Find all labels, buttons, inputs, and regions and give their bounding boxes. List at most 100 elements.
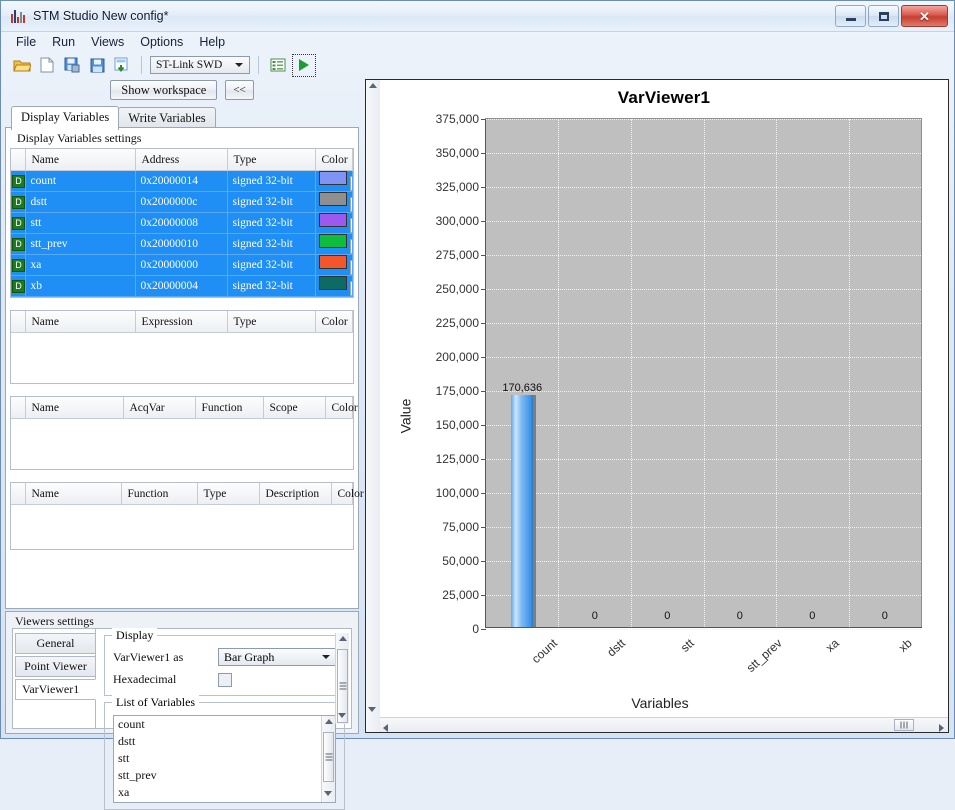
col-color[interactable]: Color bbox=[315, 149, 353, 171]
chart-horizontal-scrollbar[interactable] bbox=[380, 717, 948, 732]
plot-area[interactable]: 0 25,000 50,000 75,000 100,000 125,000 150,000… bbox=[436, 112, 922, 675]
cell-name[interactable]: dstt bbox=[25, 191, 136, 213]
col-name[interactable]: Name bbox=[25, 397, 124, 419]
col-type[interactable]: Type bbox=[227, 311, 316, 333]
cell-color[interactable]: ... bbox=[315, 254, 353, 276]
scroll-down-icon[interactable] bbox=[324, 791, 332, 796]
col-type[interactable]: Type bbox=[197, 483, 260, 505]
cell-color[interactable]: ... bbox=[315, 233, 353, 255]
maximize-button[interactable] bbox=[868, 5, 899, 27]
listbox-scrollbar[interactable] bbox=[321, 716, 335, 802]
cell-address[interactable]: 0x2000000c bbox=[135, 191, 228, 213]
cell-name[interactable]: xb bbox=[25, 275, 136, 297]
cell-type[interactable]: signed 32-bit bbox=[227, 233, 316, 255]
open-folder-icon[interactable] bbox=[11, 55, 33, 76]
hexadecimal-checkbox[interactable] bbox=[218, 672, 232, 687]
cell-type[interactable]: signed 32-bit bbox=[227, 191, 316, 213]
menu-item-options[interactable]: Options bbox=[133, 34, 190, 50]
color-picker-button[interactable]: ... bbox=[349, 218, 352, 233]
col-name[interactable]: Name bbox=[25, 483, 122, 505]
cell-type[interactable]: signed 32-bit bbox=[227, 254, 316, 276]
scroll-up-icon[interactable] bbox=[324, 719, 333, 724]
cell-color[interactable]: ... bbox=[315, 170, 353, 192]
cell-address[interactable]: 0x20000008 bbox=[135, 212, 228, 234]
chart-vertical-scrollbar[interactable] bbox=[366, 80, 381, 732]
col-description[interactable]: Description bbox=[259, 483, 332, 505]
scroll-up-icon[interactable] bbox=[338, 636, 347, 641]
cell-address[interactable]: 0x20000010 bbox=[135, 233, 228, 255]
cell-address[interactable]: 0x20000014 bbox=[135, 170, 228, 192]
col-name[interactable]: Name bbox=[25, 149, 136, 171]
color-swatch[interactable] bbox=[318, 213, 347, 227]
col-color[interactable]: Color bbox=[325, 397, 358, 419]
scroll-up-icon[interactable] bbox=[369, 83, 377, 88]
col-badge[interactable] bbox=[11, 397, 26, 419]
col-function[interactable]: Function bbox=[195, 397, 264, 419]
cell-address[interactable]: 0x20000004 bbox=[135, 275, 228, 297]
col-acqvar[interactable]: AcqVar bbox=[123, 397, 196, 419]
col-badge[interactable] bbox=[11, 149, 26, 171]
cell-name[interactable]: stt_prev bbox=[25, 233, 136, 255]
cell-address[interactable]: 0x20000000 bbox=[135, 254, 228, 276]
show-workspace-button[interactable]: Show workspace bbox=[110, 80, 218, 100]
menu-item-run[interactable]: Run bbox=[45, 34, 82, 50]
col-scope[interactable]: Scope bbox=[263, 397, 326, 419]
col-expression[interactable]: Expression bbox=[135, 311, 228, 333]
cell-name[interactable]: count bbox=[25, 170, 136, 192]
run-button[interactable] bbox=[292, 53, 316, 77]
cell-color[interactable]: ... bbox=[315, 275, 353, 297]
col-color[interactable]: Color bbox=[315, 311, 353, 333]
cell-name[interactable]: stt bbox=[25, 212, 136, 234]
scrollbar-thumb[interactable] bbox=[337, 649, 348, 723]
scroll-down-icon[interactable] bbox=[368, 707, 376, 712]
display-as-select[interactable]: Bar Graph bbox=[218, 648, 336, 666]
color-picker-button[interactable]: ... bbox=[349, 260, 352, 275]
new-file-icon[interactable] bbox=[36, 55, 58, 76]
minimize-button[interactable] bbox=[835, 5, 866, 27]
close-button[interactable]: ✕ bbox=[901, 5, 948, 27]
viewer-tab-varviewer1[interactable]: VarViewer1 bbox=[15, 679, 96, 700]
list-item[interactable]: stt_prev bbox=[114, 767, 335, 784]
col-function[interactable]: Function bbox=[121, 483, 198, 505]
cell-color[interactable]: ... bbox=[315, 212, 353, 234]
settings-list-icon[interactable] bbox=[267, 55, 289, 76]
table-row[interactable]: Dstt_prev0x20000010signed 32-bit... bbox=[11, 233, 353, 255]
cell-name[interactable]: xa bbox=[25, 254, 136, 276]
color-picker-button[interactable]: ... bbox=[349, 176, 352, 191]
color-swatch[interactable] bbox=[318, 234, 347, 248]
save-icon[interactable] bbox=[86, 55, 108, 76]
color-picker-button[interactable]: ... bbox=[349, 197, 352, 212]
list-item[interactable]: count bbox=[114, 716, 335, 733]
variables-listbox[interactable]: count dstt stt stt_prev xa bbox=[113, 715, 336, 803]
list-item[interactable]: stt bbox=[114, 750, 335, 767]
cell-type[interactable]: signed 32-bit bbox=[227, 170, 316, 192]
viewer-tab-point-viewer[interactable]: Point Viewer bbox=[15, 656, 95, 677]
cell-type[interactable]: signed 32-bit bbox=[227, 275, 316, 297]
scroll-down-icon[interactable] bbox=[338, 713, 346, 718]
save-as-icon[interactable] bbox=[61, 55, 83, 76]
tab-display-variables[interactable]: Display Variables bbox=[11, 106, 120, 130]
export-icon[interactable] bbox=[111, 55, 133, 76]
target-select[interactable]: ST-Link SWD bbox=[150, 56, 250, 74]
viewer-panel-scrollbar[interactable] bbox=[335, 633, 349, 724]
table-row[interactable]: Dxb0x20000004signed 32-bit... bbox=[11, 275, 353, 297]
cell-type[interactable]: signed 32-bit bbox=[227, 212, 316, 234]
table-row[interactable]: Dxa0x20000000signed 32-bit... bbox=[11, 254, 353, 276]
menu-item-file[interactable]: File bbox=[9, 34, 43, 50]
scrollbar-thumb[interactable] bbox=[323, 732, 334, 782]
color-picker-button[interactable]: ... bbox=[349, 281, 352, 296]
color-swatch[interactable] bbox=[318, 255, 347, 269]
color-swatch[interactable] bbox=[318, 192, 347, 206]
color-swatch[interactable] bbox=[318, 171, 347, 185]
collapse-button[interactable]: << bbox=[225, 80, 254, 100]
scroll-right-icon[interactable] bbox=[939, 724, 944, 732]
col-name[interactable]: Name bbox=[25, 311, 136, 333]
scrollbar-thumb[interactable] bbox=[894, 719, 914, 731]
col-color[interactable]: Color bbox=[331, 483, 364, 505]
viewer-tab-general[interactable]: General bbox=[15, 633, 95, 654]
bar-count[interactable] bbox=[511, 394, 537, 627]
col-type[interactable]: Type bbox=[227, 149, 316, 171]
cell-color[interactable]: ... bbox=[315, 191, 353, 213]
table-row[interactable]: Dcount0x20000014signed 32-bit... bbox=[11, 170, 353, 192]
menu-item-views[interactable]: Views bbox=[84, 34, 131, 50]
